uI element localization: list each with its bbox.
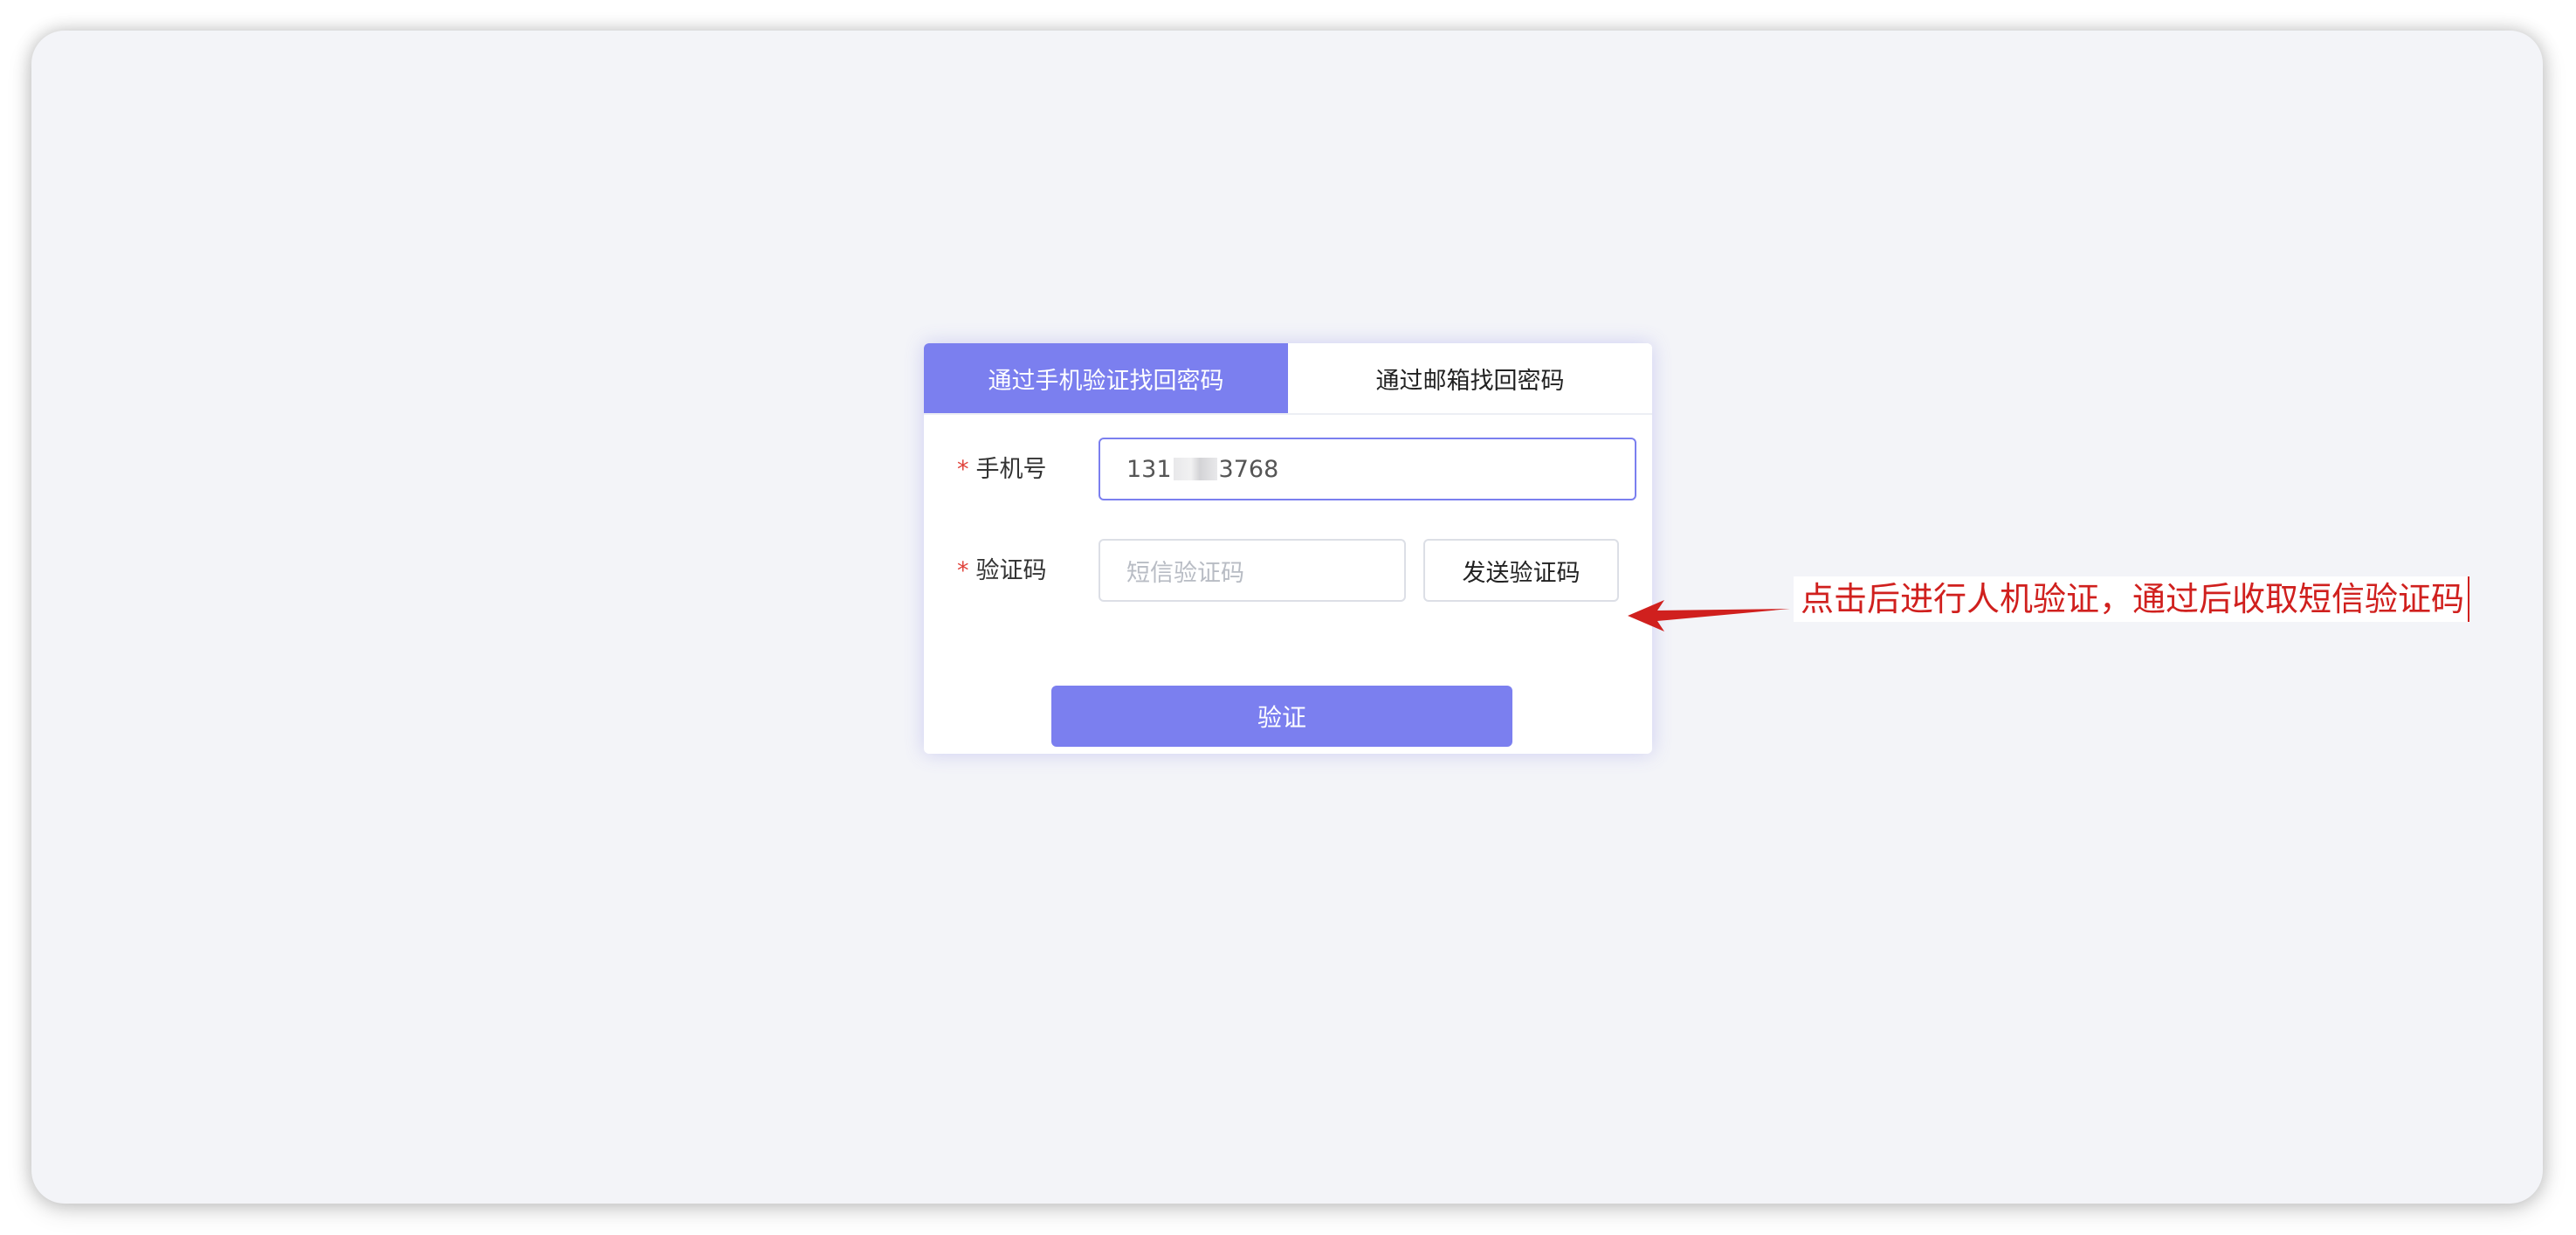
send-code-button[interactable]: 发送验证码 bbox=[1423, 539, 1619, 602]
code-label: * 验证码 bbox=[957, 541, 1047, 602]
annotation-callout: 点击后进行人机验证，通过后收取短信验证码 bbox=[1794, 576, 2470, 622]
code-label-text: 验证码 bbox=[975, 557, 1047, 584]
recovery-method-tabs: 通过手机验证找回密码 通过邮箱找回密码 bbox=[924, 343, 1652, 415]
send-code-button-label: 发送验证码 bbox=[1462, 559, 1581, 587]
phone-redaction-mask bbox=[1173, 458, 1217, 480]
verify-button[interactable]: 验证 bbox=[1051, 686, 1512, 747]
tab-phone-recovery-label: 通过手机验证找回密码 bbox=[988, 367, 1224, 395]
phone-label-text: 手机号 bbox=[975, 456, 1047, 483]
tab-phone-recovery[interactable]: 通过手机验证找回密码 bbox=[924, 343, 1288, 413]
verify-button-label: 验证 bbox=[1257, 703, 1306, 732]
sms-code-placeholder: 短信验证码 bbox=[1126, 559, 1244, 587]
sms-code-input[interactable]: 短信验证码 bbox=[1099, 539, 1406, 602]
tab-email-recovery-label: 通过邮箱找回密码 bbox=[1375, 367, 1565, 395]
password-recovery-card: 通过手机验证找回密码 通过邮箱找回密码 * 手机号 131 3768 * 验证码 短信… bbox=[924, 343, 1652, 754]
phone-label: * 手机号 bbox=[957, 439, 1047, 500]
required-mark: * bbox=[957, 557, 969, 584]
annotation-arrow-icon bbox=[1628, 600, 1790, 631]
phone-value-prefix: 131 bbox=[1126, 455, 1172, 483]
required-mark: * bbox=[957, 456, 969, 483]
phone-value-suffix: 3768 bbox=[1218, 455, 1279, 483]
phone-input[interactable]: 131 3768 bbox=[1099, 438, 1636, 500]
app-window: 通过手机验证找回密码 通过邮箱找回密码 * 手机号 131 3768 * 验证码 短信… bbox=[31, 31, 2543, 1204]
tab-email-recovery[interactable]: 通过邮箱找回密码 bbox=[1288, 343, 1652, 413]
